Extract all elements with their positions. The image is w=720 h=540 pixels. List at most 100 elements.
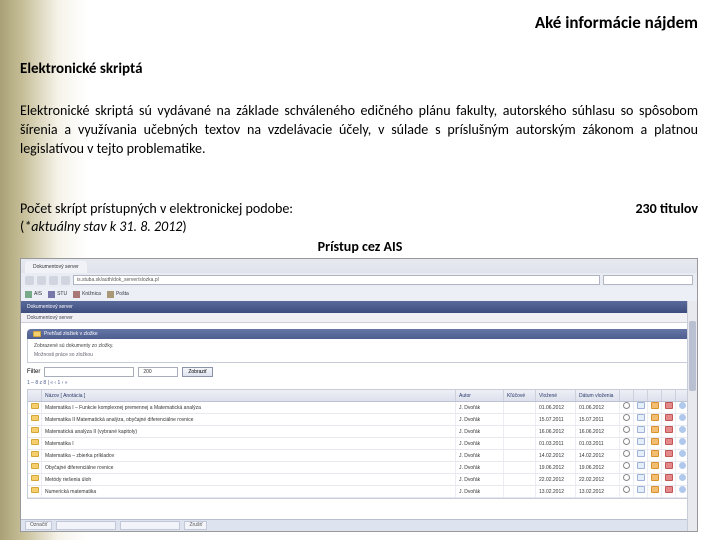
- row-doc-icon[interactable]: [634, 414, 648, 425]
- th-keywords[interactable]: Kľúčové: [504, 390, 536, 401]
- bottom-button[interactable]: Zrušiť: [184, 521, 207, 530]
- ais-panel-line2: Možnosti práce so zložkou: [34, 352, 684, 358]
- row-doc-icon[interactable]: [634, 402, 648, 413]
- row-keywords: [504, 414, 536, 425]
- filter-label: Filter: [27, 369, 40, 375]
- table-row: Matematika – zbierka príkladovJ. Dvořák1…: [28, 450, 690, 462]
- th-inserted[interactable]: Vložené: [536, 390, 576, 401]
- th-action: [620, 390, 634, 401]
- row-name[interactable]: Matematika – zbierka príkladov: [42, 450, 456, 461]
- row-delete-icon[interactable]: [662, 414, 676, 425]
- row-inserted: 13.02.2012: [536, 486, 576, 497]
- row-edit-icon[interactable]: [648, 402, 662, 413]
- home-button[interactable]: [61, 276, 70, 285]
- documents-table: Názov [ Anotácia ] Autor Kľúčové Vložené…: [27, 389, 691, 499]
- row-delete-icon[interactable]: [662, 462, 676, 473]
- bookmark-item[interactable]: Knižnica: [73, 291, 101, 298]
- row-edit-icon[interactable]: [648, 462, 662, 473]
- row-folder-icon: [28, 414, 42, 425]
- count-value: 230 titulov: [635, 200, 698, 217]
- bookmark-item[interactable]: STU: [48, 291, 67, 298]
- row-doc-icon[interactable]: [634, 426, 648, 437]
- row-name[interactable]: Matematika I: [42, 438, 456, 449]
- bookmark-icon: [107, 291, 114, 298]
- row-name[interactable]: Obyčajné diferenciálne rovnice: [42, 462, 456, 473]
- row-name[interactable]: Matematika II Matematická analýza, obyča…: [42, 414, 456, 425]
- row-keywords: [504, 474, 536, 485]
- row-keywords: [504, 402, 536, 413]
- row-doc-icon[interactable]: [634, 450, 648, 461]
- bottom-select[interactable]: [56, 521, 116, 530]
- row-author: J. Dvořák: [456, 426, 504, 437]
- row-name[interactable]: Matematická analýza II (vybrané kapitoly…: [42, 426, 456, 437]
- bottom-select[interactable]: [120, 521, 180, 530]
- row-doc-icon[interactable]: [634, 486, 648, 497]
- ais-breadcrumb: Dokumentový server: [21, 313, 697, 323]
- row-attach-icon[interactable]: [620, 486, 634, 497]
- row-inserted: 22.02.2012: [536, 474, 576, 485]
- folder-icon: [33, 331, 41, 337]
- per-page-select[interactable]: 200: [138, 367, 178, 377]
- forward-button[interactable]: [37, 276, 46, 285]
- row-folder-icon: [28, 450, 42, 461]
- row-doc-icon[interactable]: [634, 462, 648, 473]
- table-row: Matematika I – Funkcie komplexnej premen…: [28, 402, 690, 414]
- reload-button[interactable]: [49, 276, 58, 285]
- bookmark-label: STU: [57, 291, 67, 297]
- row-edit-icon[interactable]: [648, 414, 662, 425]
- th-action: [648, 390, 662, 401]
- bottom-button[interactable]: Označiť: [25, 521, 52, 530]
- bookmark-item[interactable]: AIS: [25, 291, 42, 298]
- table-body: Matematika I – Funkcie komplexnej premen…: [28, 402, 690, 498]
- table-row: Matematika IJ. Dvořák01.03.201101.03.201…: [28, 438, 690, 450]
- browser-search-input[interactable]: [603, 275, 693, 285]
- row-doc-icon[interactable]: [634, 438, 648, 449]
- row-delete-icon[interactable]: [662, 438, 676, 449]
- row-delete-icon[interactable]: [662, 402, 676, 413]
- row-attach-icon[interactable]: [620, 438, 634, 449]
- row-delete-icon[interactable]: [662, 450, 676, 461]
- row-author: J. Dvořák: [456, 474, 504, 485]
- row-edit-icon[interactable]: [648, 438, 662, 449]
- row-name[interactable]: Metódy riešenia úloh: [42, 474, 456, 485]
- row-attach-icon[interactable]: [620, 414, 634, 425]
- vertical-scrollbar[interactable]: [687, 301, 697, 531]
- row-delete-icon[interactable]: [662, 426, 676, 437]
- row-name[interactable]: Numerická matematika: [42, 486, 456, 497]
- row-edit-icon[interactable]: [648, 426, 662, 437]
- row-doc-icon[interactable]: [634, 474, 648, 485]
- row-inserted: 19.06.2012: [536, 462, 576, 473]
- row-edit-icon[interactable]: [648, 474, 662, 485]
- row-delete-icon[interactable]: [662, 474, 676, 485]
- row-name[interactable]: Matematika I – Funkcie komplexnej premen…: [42, 402, 456, 413]
- th-action: [662, 390, 676, 401]
- row-folder-icon: [28, 402, 42, 413]
- row-keywords: [504, 462, 536, 473]
- row-attach-icon[interactable]: [620, 450, 634, 461]
- ais-screenshot: Dokumentový server is.stuba.sk/auth/dok_…: [20, 258, 698, 532]
- th-date[interactable]: Dátum vloženia: [576, 390, 620, 401]
- row-edit-icon[interactable]: [648, 486, 662, 497]
- row-attach-icon[interactable]: [620, 402, 634, 413]
- row-delete-icon[interactable]: [662, 486, 676, 497]
- back-button[interactable]: [25, 276, 34, 285]
- ais-info-panel: Prehľad zložiek v zložke Zobrazené sú do…: [27, 329, 691, 363]
- row-attach-icon[interactable]: [620, 426, 634, 437]
- row-inserted: 16.06.2012: [536, 426, 576, 437]
- show-button[interactable]: Zobraziť: [182, 367, 213, 377]
- address-bar[interactable]: is.stuba.sk/auth/dok_server/slozka.pl: [73, 275, 600, 285]
- row-attach-icon[interactable]: [620, 462, 634, 473]
- scrollbar-thumb[interactable]: [689, 321, 696, 391]
- ais-header-bar: Dokumentový server: [21, 301, 697, 313]
- row-author: J. Dvořák: [456, 486, 504, 497]
- row-date: 16.06.2012: [576, 426, 620, 437]
- filter-input[interactable]: [44, 367, 134, 377]
- bookmark-label: AIS: [34, 291, 42, 297]
- row-edit-icon[interactable]: [648, 450, 662, 461]
- bookmark-item[interactable]: Pošta: [107, 291, 129, 298]
- th-author[interactable]: Autor: [456, 390, 504, 401]
- row-attach-icon[interactable]: [620, 474, 634, 485]
- ais-panel-header: Prehľad zložiek v zložke: [27, 329, 691, 339]
- browser-tab[interactable]: Dokumentový server: [25, 261, 87, 273]
- th-name[interactable]: Názov [ Anotácia ]: [42, 390, 456, 401]
